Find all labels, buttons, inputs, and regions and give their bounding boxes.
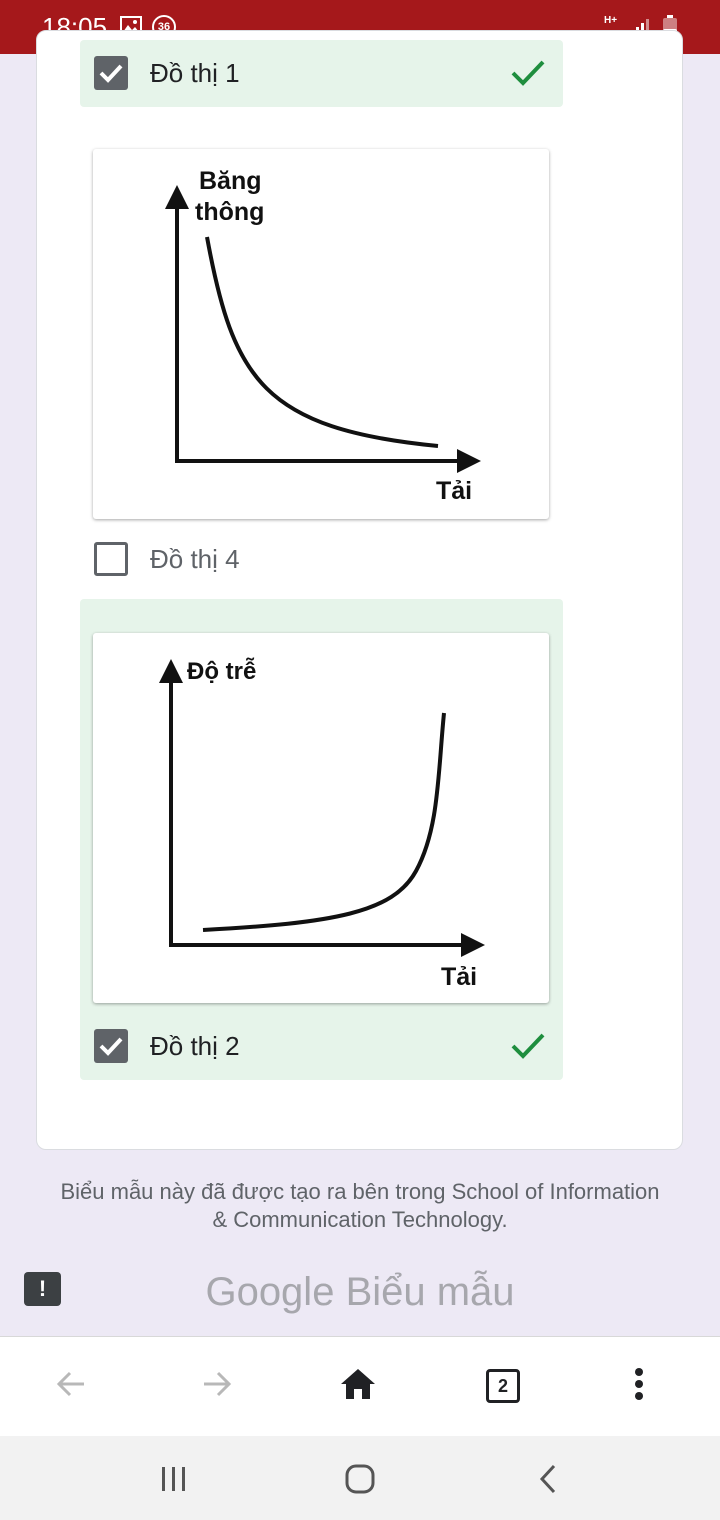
option-label-do-thi-2: Đồ thị 2: [150, 1031, 240, 1061]
browser-toolbar: 2: [0, 1336, 720, 1437]
google-forms-brand[interactable]: Google Biểu mẫu: [0, 1270, 720, 1315]
menu-icon[interactable]: [632, 1367, 646, 1406]
y-label-line1: Băng: [199, 167, 262, 195]
latency-curve: [202, 712, 446, 932]
x-label: Tải: [436, 477, 472, 505]
option-label-do-thi-1: Đồ thị 1: [150, 58, 240, 88]
x-axis-arrow: [457, 449, 481, 473]
y-axis-arrow: [159, 659, 183, 683]
bandwidth-curve: [205, 236, 439, 448]
x-label: Tải: [441, 963, 477, 991]
checkbox-do-thi-2[interactable]: [94, 1029, 128, 1063]
forward-arrow-icon[interactable]: [200, 1367, 234, 1406]
option-label-do-thi-4: Đồ thị 4: [150, 544, 240, 574]
brand-google: Google: [205, 1270, 335, 1314]
nav-home-icon[interactable]: [344, 1463, 376, 1500]
graph-image-latency: Độ trễ Tải: [93, 633, 549, 1003]
x-axis-arrow: [461, 933, 485, 957]
network-type: H+: [604, 15, 618, 26]
recents-icon[interactable]: [160, 1465, 188, 1498]
y-axis-arrow: [165, 185, 189, 209]
check-icon: [511, 58, 545, 93]
home-icon[interactable]: [340, 1367, 376, 1406]
system-nav-bar: [0, 1436, 720, 1520]
check-icon: [511, 1031, 545, 1066]
y-label: Độ trễ: [187, 657, 256, 685]
y-label-line2: thông: [195, 198, 264, 226]
graph-image-bandwidth: Băng thông Tải: [93, 149, 549, 519]
brand-forms: Biểu mẫu: [345, 1270, 515, 1314]
checkbox-do-thi-4[interactable]: [94, 542, 128, 576]
tab-count-button[interactable]: 2: [486, 1369, 520, 1403]
checkbox-do-thi-1[interactable]: [94, 56, 128, 90]
footer-note: Biểu mẫu này đã được tạo ra bên trong Sc…: [60, 1179, 660, 1232]
back-arrow-icon[interactable]: [54, 1367, 88, 1406]
nav-back-icon[interactable]: [538, 1463, 558, 1500]
